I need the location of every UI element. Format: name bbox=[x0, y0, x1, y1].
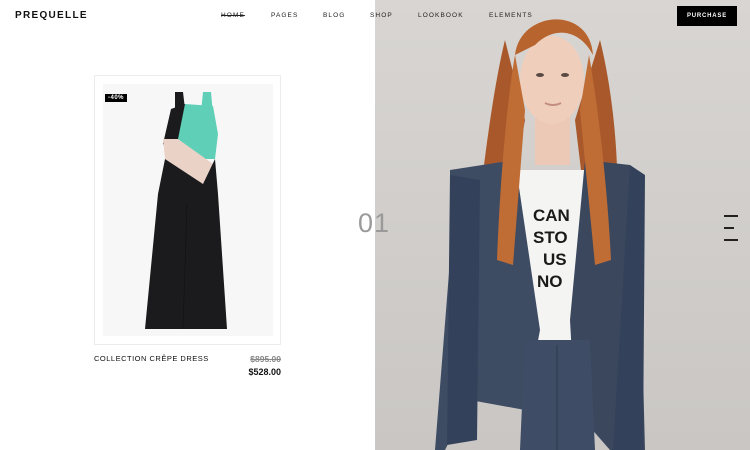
tshirt-line: NO bbox=[537, 272, 563, 291]
nav-item-shop[interactable]: SHOP bbox=[370, 12, 393, 19]
nav-item-home[interactable]: HOME bbox=[221, 12, 245, 19]
hamburger-icon[interactable] bbox=[724, 215, 738, 241]
purchase-button[interactable]: PURCHASE bbox=[677, 6, 737, 26]
product-card[interactable] bbox=[94, 75, 281, 345]
nav-item-elements[interactable]: ELEMENTS bbox=[489, 12, 533, 19]
dress-illustration bbox=[145, 92, 227, 330]
product-name[interactable]: COLLECTION CRÊPE DRESS bbox=[94, 354, 209, 363]
tshirt-line: CAN bbox=[533, 206, 570, 225]
slide-number: 01 bbox=[358, 208, 391, 238]
nav-item-pages[interactable]: PAGES bbox=[271, 12, 298, 19]
nav-item-blog[interactable]: BLOG bbox=[323, 12, 345, 19]
product-image[interactable] bbox=[103, 84, 273, 336]
sale-price: $528.00 bbox=[248, 367, 281, 377]
nav-item-lookbook[interactable]: LOOKBOOK bbox=[418, 12, 464, 19]
tshirt-line: STO bbox=[533, 228, 568, 247]
tshirt-line: US bbox=[543, 250, 567, 269]
old-price: $895.00 bbox=[250, 354, 281, 364]
site-logo[interactable]: PREQUELLE bbox=[15, 10, 88, 21]
tshirt-print: CAN STO US NO bbox=[533, 205, 570, 293]
discount-badge: -40% bbox=[105, 94, 128, 102]
hero-image: CAN STO US NO bbox=[375, 0, 750, 450]
